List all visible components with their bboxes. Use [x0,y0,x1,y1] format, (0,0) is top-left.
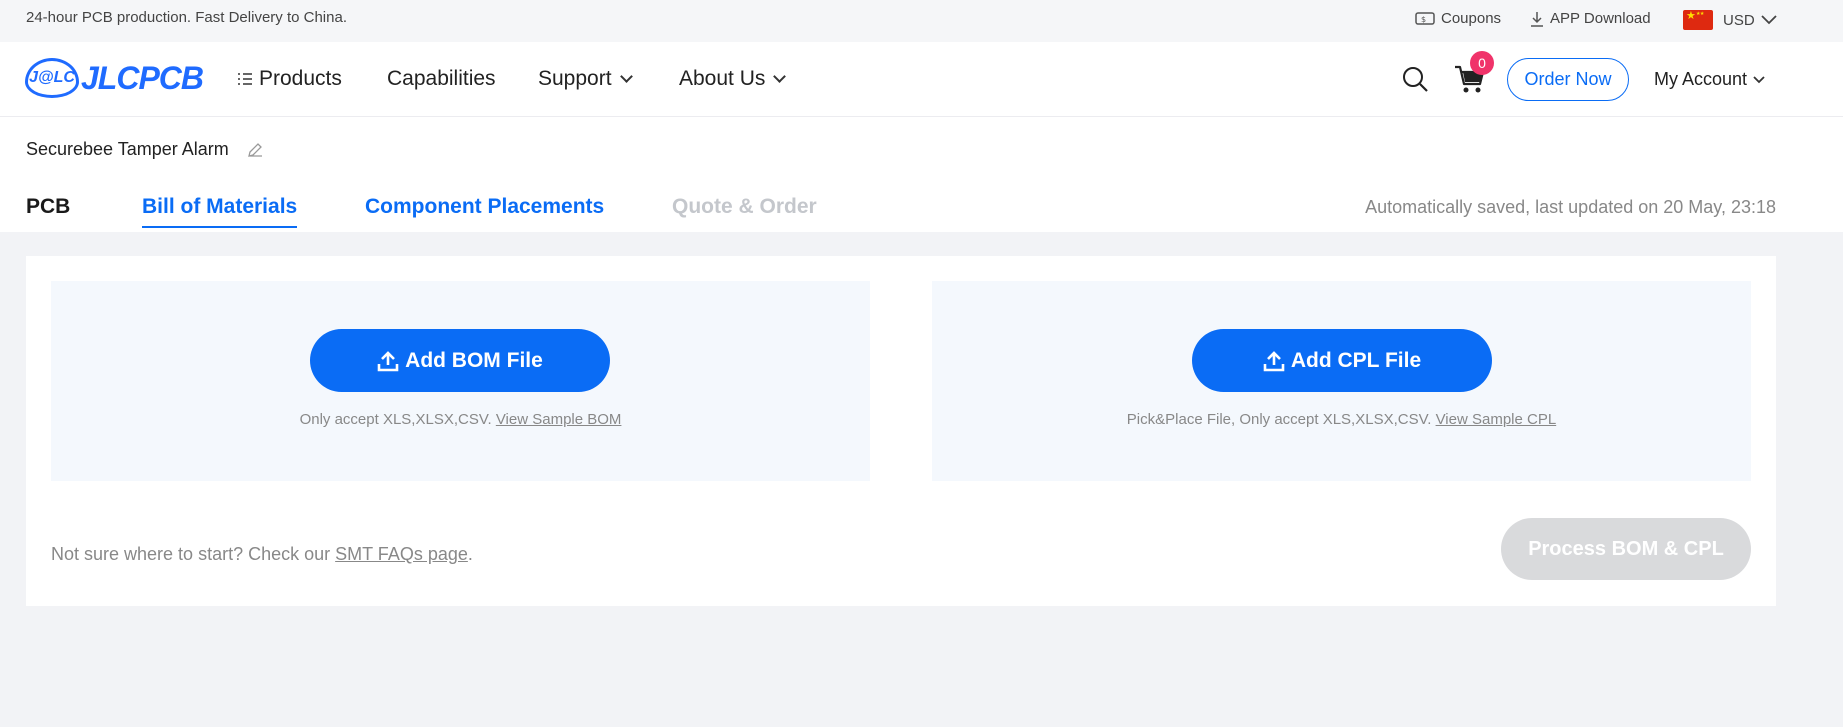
add-cpl-file-button[interactable]: Add CPL File [1192,329,1492,392]
logo-text: JLCPCB [81,59,204,96]
nav-products-label: Products [259,67,342,90]
cart-count-badge: 0 [1470,51,1494,75]
download-icon [1531,11,1543,27]
coupon-icon: $ [1415,12,1435,25]
faq-hint-suffix: . [467,544,473,564]
add-cpl-file-label: Add CPL File [1290,348,1422,372]
coupons-link[interactable]: $ Coupons [1415,10,1501,27]
nav-capabilities-label: Capabilities [387,67,496,90]
chevron-down-icon [1761,15,1777,25]
add-bom-file-label: Add BOM File [405,348,543,372]
nav-about-us[interactable]: About Us [679,67,787,91]
tab-pcb[interactable]: PCB [26,195,70,226]
app-download-label: APP Download [1550,10,1651,27]
tab-component-placements[interactable]: Component Placements [365,195,604,226]
chevron-down-icon [1753,75,1765,83]
nav-capabilities[interactable]: Capabilities [387,67,496,91]
upload-icon [1263,350,1285,371]
list-icon [238,73,252,85]
currency-selector[interactable]: USD [1683,9,1777,30]
bom-upload-panel: Add BOM File Only accept XLS,XLSX,CSV. V… [51,281,870,481]
promo-text: 24-hour PCB production. Fast Delivery to… [26,9,347,26]
nav-about-label: About Us [679,67,766,90]
chevron-down-icon [619,70,633,83]
upload-icon [377,350,399,371]
cpl-upload-panel: Add CPL File Pick&Place File, Only accep… [932,281,1751,481]
my-account-menu[interactable]: My Account [1654,69,1765,90]
my-account-label: My Account [1654,69,1748,89]
project-name-text: Securebee Tamper Alarm [26,139,229,159]
cpl-file-note: Pick&Place File, Only accept XLS,XLSX,CS… [932,411,1751,428]
tab-bill-of-materials[interactable]: Bill of Materials [142,195,298,228]
app-download-link[interactable]: APP Download [1530,10,1651,27]
project-header: Securebee Tamper Alarm PCB Bill of Mater… [0,117,1843,232]
faq-hint: Not sure where to start? Check our SMT F… [51,544,473,565]
nav-products[interactable]: Products [237,67,342,91]
bom-file-note: Only accept XLS,XLSX,CSV. View Sample BO… [51,411,870,428]
view-sample-cpl-link[interactable]: View Sample CPL [1436,411,1557,428]
tab-quote-order: Quote & Order [672,195,817,218]
process-bom-cpl-button[interactable]: Process BOM & CPL [1501,518,1751,580]
order-now-button[interactable]: Order Now [1507,58,1629,101]
logo-mark: J@LC [25,58,79,98]
jlcpcb-logo[interactable]: J@LC JLCPCB [25,58,204,98]
bom-note-text: Only accept XLS,XLSX,CSV. [299,411,492,428]
china-flag-icon [1683,9,1713,30]
edit-pencil-icon[interactable] [247,142,263,158]
currency-label: USD [1723,11,1755,29]
search-icon[interactable] [1402,66,1428,92]
nav-support-label: Support [538,67,612,90]
top-utility-bar: 24-hour PCB production. Fast Delivery to… [0,0,1843,42]
nav-support[interactable]: Support [538,67,633,91]
faq-hint-text: Not sure where to start? Check our [51,544,331,564]
view-sample-bom-link[interactable]: View Sample BOM [496,411,622,428]
smt-faqs-link[interactable]: SMT FAQs page [335,544,468,564]
autosave-status: Automatically saved, last updated on 20 … [1365,197,1776,217]
project-name: Securebee Tamper Alarm [26,139,263,160]
coupons-label: Coupons [1441,10,1502,27]
upload-card: Add BOM File Only accept XLS,XLSX,CSV. V… [26,256,1776,606]
chevron-down-icon [773,70,787,83]
main-nav: J@LC JLCPCB Products Capabilities Suppor… [0,42,1843,117]
add-bom-file-button[interactable]: Add BOM File [310,329,610,392]
svg-text:$: $ [1421,15,1426,24]
cpl-note-text: Pick&Place File, Only accept XLS,XLSX,CS… [1126,411,1432,428]
